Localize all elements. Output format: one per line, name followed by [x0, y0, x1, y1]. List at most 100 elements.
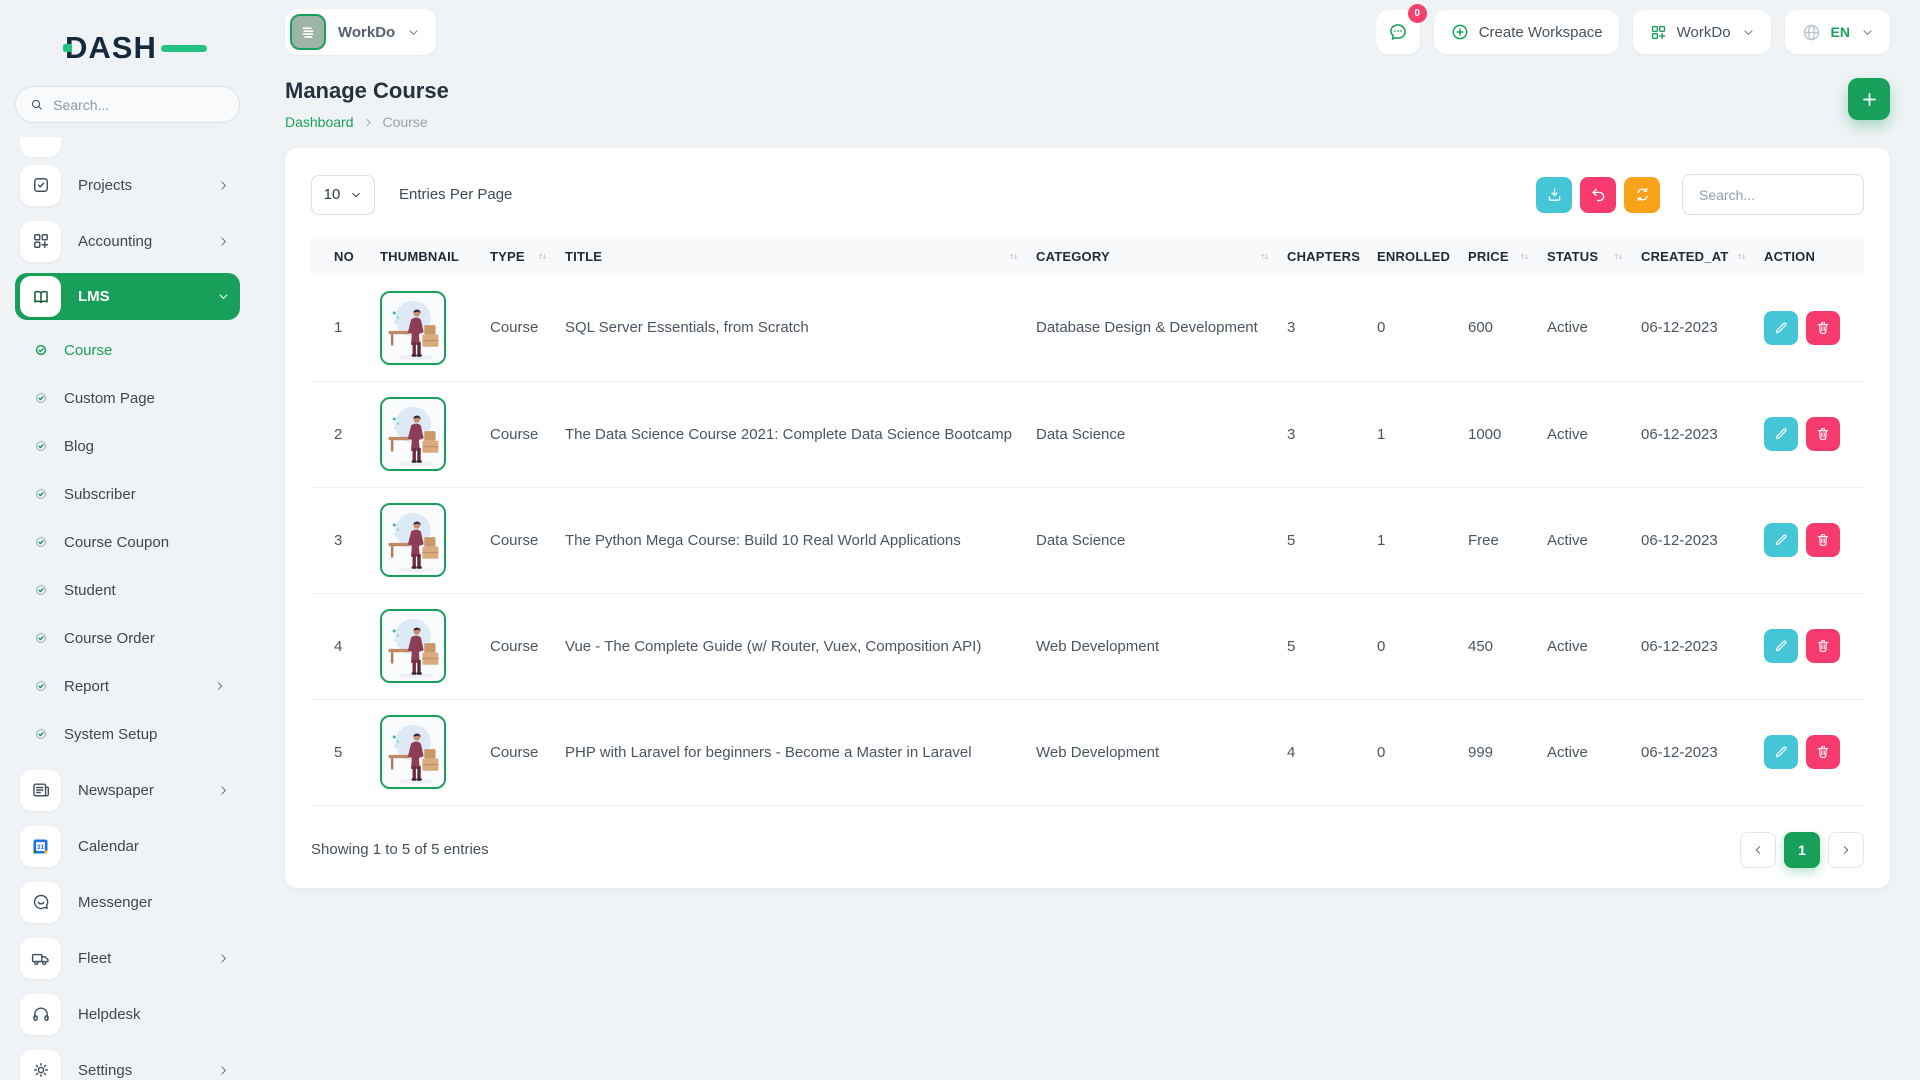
- sidebar-search-input[interactable]: [53, 97, 225, 113]
- sort-icon: [1735, 250, 1748, 263]
- col-enrolled[interactable]: ENROLLED: [1377, 237, 1468, 275]
- grid-icon: [20, 221, 61, 262]
- circle-check-icon: [35, 680, 47, 692]
- sidebar-item-messenger[interactable]: Messenger: [15, 874, 240, 930]
- chat-round-icon: [20, 882, 61, 923]
- sidebar-nav: Projects Accounting LMS Course Custom Pa…: [15, 137, 240, 1080]
- export-button[interactable]: [1536, 177, 1572, 213]
- search-icon: [30, 97, 43, 112]
- table-search-input[interactable]: [1682, 174, 1864, 215]
- refresh-button[interactable]: [1624, 177, 1660, 213]
- table-row: 3 Course The Python Mega Course: Build 1…: [311, 487, 1864, 593]
- next-page-button[interactable]: [1828, 832, 1864, 868]
- pencil-icon: [1773, 320, 1789, 336]
- chevron-right-icon: [217, 784, 230, 797]
- logo-text: DASH: [65, 30, 157, 65]
- col-chapters[interactable]: CHAPTERS: [1287, 237, 1377, 275]
- course-title: The Data Science Course 2021: Complete D…: [565, 381, 1036, 487]
- course-thumbnail[interactable]: [380, 609, 446, 683]
- col-no[interactable]: NO: [311, 237, 380, 275]
- sidebar-subitem-report[interactable]: Report: [15, 662, 240, 710]
- chevron-right-icon: [217, 1064, 230, 1077]
- circle-check-icon: [35, 632, 47, 644]
- chat-notification-icon: [1387, 21, 1409, 43]
- delete-button[interactable]: [1806, 735, 1840, 769]
- edit-button[interactable]: [1764, 417, 1798, 451]
- delete-button[interactable]: [1806, 417, 1840, 451]
- edit-button[interactable]: [1764, 523, 1798, 557]
- course-title: The Python Mega Course: Build 10 Real Wo…: [565, 487, 1036, 593]
- sidebar-subitem-custom-page[interactable]: Custom Page: [15, 374, 240, 422]
- sidebar-item-newspaper[interactable]: Newspaper: [15, 762, 240, 818]
- tasks-icon: [20, 165, 61, 206]
- circle-check-icon: [35, 488, 47, 500]
- col-created-at[interactable]: CREATED_AT: [1641, 237, 1764, 275]
- workspace-selector[interactable]: WorkDo: [285, 9, 436, 55]
- course-illustration: [382, 505, 444, 575]
- chevron-left-icon: [1752, 844, 1764, 856]
- course-illustration: [382, 399, 444, 469]
- grid-plus-icon: [1649, 23, 1668, 42]
- course-thumbnail[interactable]: [380, 715, 446, 789]
- newspaper-icon: [20, 770, 61, 811]
- delete-button[interactable]: [1806, 629, 1840, 663]
- table-row: 4 Course Vue - The Complete Guide (w/ Ro…: [311, 593, 1864, 699]
- sidebar-subitem-subscriber[interactable]: Subscriber: [15, 470, 240, 518]
- language-selector[interactable]: EN: [1785, 10, 1890, 54]
- circle-check-icon: [35, 440, 47, 452]
- sidebar-item-accounting[interactable]: Accounting: [15, 213, 240, 269]
- workspace-switcher-button[interactable]: WorkDo: [1633, 10, 1771, 54]
- delete-button[interactable]: [1806, 311, 1840, 345]
- page-1-button[interactable]: 1: [1784, 832, 1820, 868]
- trash-icon: [1815, 320, 1831, 336]
- chevron-right-icon: [217, 952, 230, 965]
- create-workspace-button[interactable]: Create Workspace: [1434, 10, 1619, 54]
- dash-logo: DASH: [65, 30, 195, 64]
- previous-page-button[interactable]: [1740, 832, 1776, 868]
- course-thumbnail[interactable]: [380, 291, 446, 365]
- sidebar-subitem-student[interactable]: Student: [15, 566, 240, 614]
- globe-icon: [1801, 22, 1822, 43]
- course-table: NO THUMBNAIL TYPE TITLE CATEGORY CHAPTER…: [311, 237, 1864, 806]
- course-thumbnail[interactable]: [380, 503, 446, 577]
- sidebar-item-calendar[interactable]: Calendar: [15, 818, 240, 874]
- sidebar-item-settings[interactable]: Settings: [15, 1042, 240, 1080]
- sidebar-item-helpdesk[interactable]: Helpdesk: [15, 986, 240, 1042]
- add-course-button[interactable]: [1848, 78, 1890, 120]
- notifications-button[interactable]: 0: [1376, 10, 1420, 54]
- sidebar-subitem-course[interactable]: Course: [15, 326, 240, 374]
- breadcrumb-current: Course: [383, 114, 428, 130]
- reset-button[interactable]: [1580, 177, 1616, 213]
- table-row: 2 Course The Data Science Course 2021: C…: [311, 381, 1864, 487]
- edit-button[interactable]: [1764, 735, 1798, 769]
- col-thumbnail[interactable]: THUMBNAIL: [380, 237, 490, 275]
- status-value: Active: [1547, 381, 1641, 487]
- sort-icon: [1258, 250, 1271, 263]
- delete-button[interactable]: [1806, 523, 1840, 557]
- chevron-down-icon: [350, 189, 362, 201]
- col-title[interactable]: TITLE: [565, 237, 1036, 275]
- page-title: Manage Course: [285, 78, 449, 104]
- table-row: 5 Course PHP with Laravel for beginners …: [311, 699, 1864, 805]
- sidebar-item-projects[interactable]: Projects: [15, 157, 240, 213]
- sidebar-search[interactable]: [15, 86, 240, 123]
- course-table-card: 10 Entries Per Page NO THUMBNAIL TYPE: [285, 148, 1890, 888]
- col-price[interactable]: PRICE: [1468, 237, 1547, 275]
- edit-button[interactable]: [1764, 311, 1798, 345]
- sidebar-item-fleet[interactable]: Fleet: [15, 930, 240, 986]
- entries-per-page-select[interactable]: 10: [311, 175, 375, 215]
- col-type[interactable]: TYPE: [490, 237, 565, 275]
- col-status[interactable]: STATUS: [1547, 237, 1641, 275]
- pencil-icon: [1773, 532, 1789, 548]
- sidebar-subitem-course-order[interactable]: Course Order: [15, 614, 240, 662]
- sidebar-item-lms[interactable]: LMS: [15, 273, 240, 320]
- course-thumbnail[interactable]: [380, 397, 446, 471]
- sidebar-subitem-system-setup[interactable]: System Setup: [15, 710, 240, 758]
- sidebar-subitem-blog[interactable]: Blog: [15, 422, 240, 470]
- sidebar-subitem-course-coupon[interactable]: Course Coupon: [15, 518, 240, 566]
- breadcrumb-dashboard-link[interactable]: Dashboard: [285, 114, 354, 130]
- edit-button[interactable]: [1764, 629, 1798, 663]
- circle-check-icon: [35, 392, 47, 404]
- gear-icon: [20, 1050, 61, 1080]
- col-category[interactable]: CATEGORY: [1036, 237, 1287, 275]
